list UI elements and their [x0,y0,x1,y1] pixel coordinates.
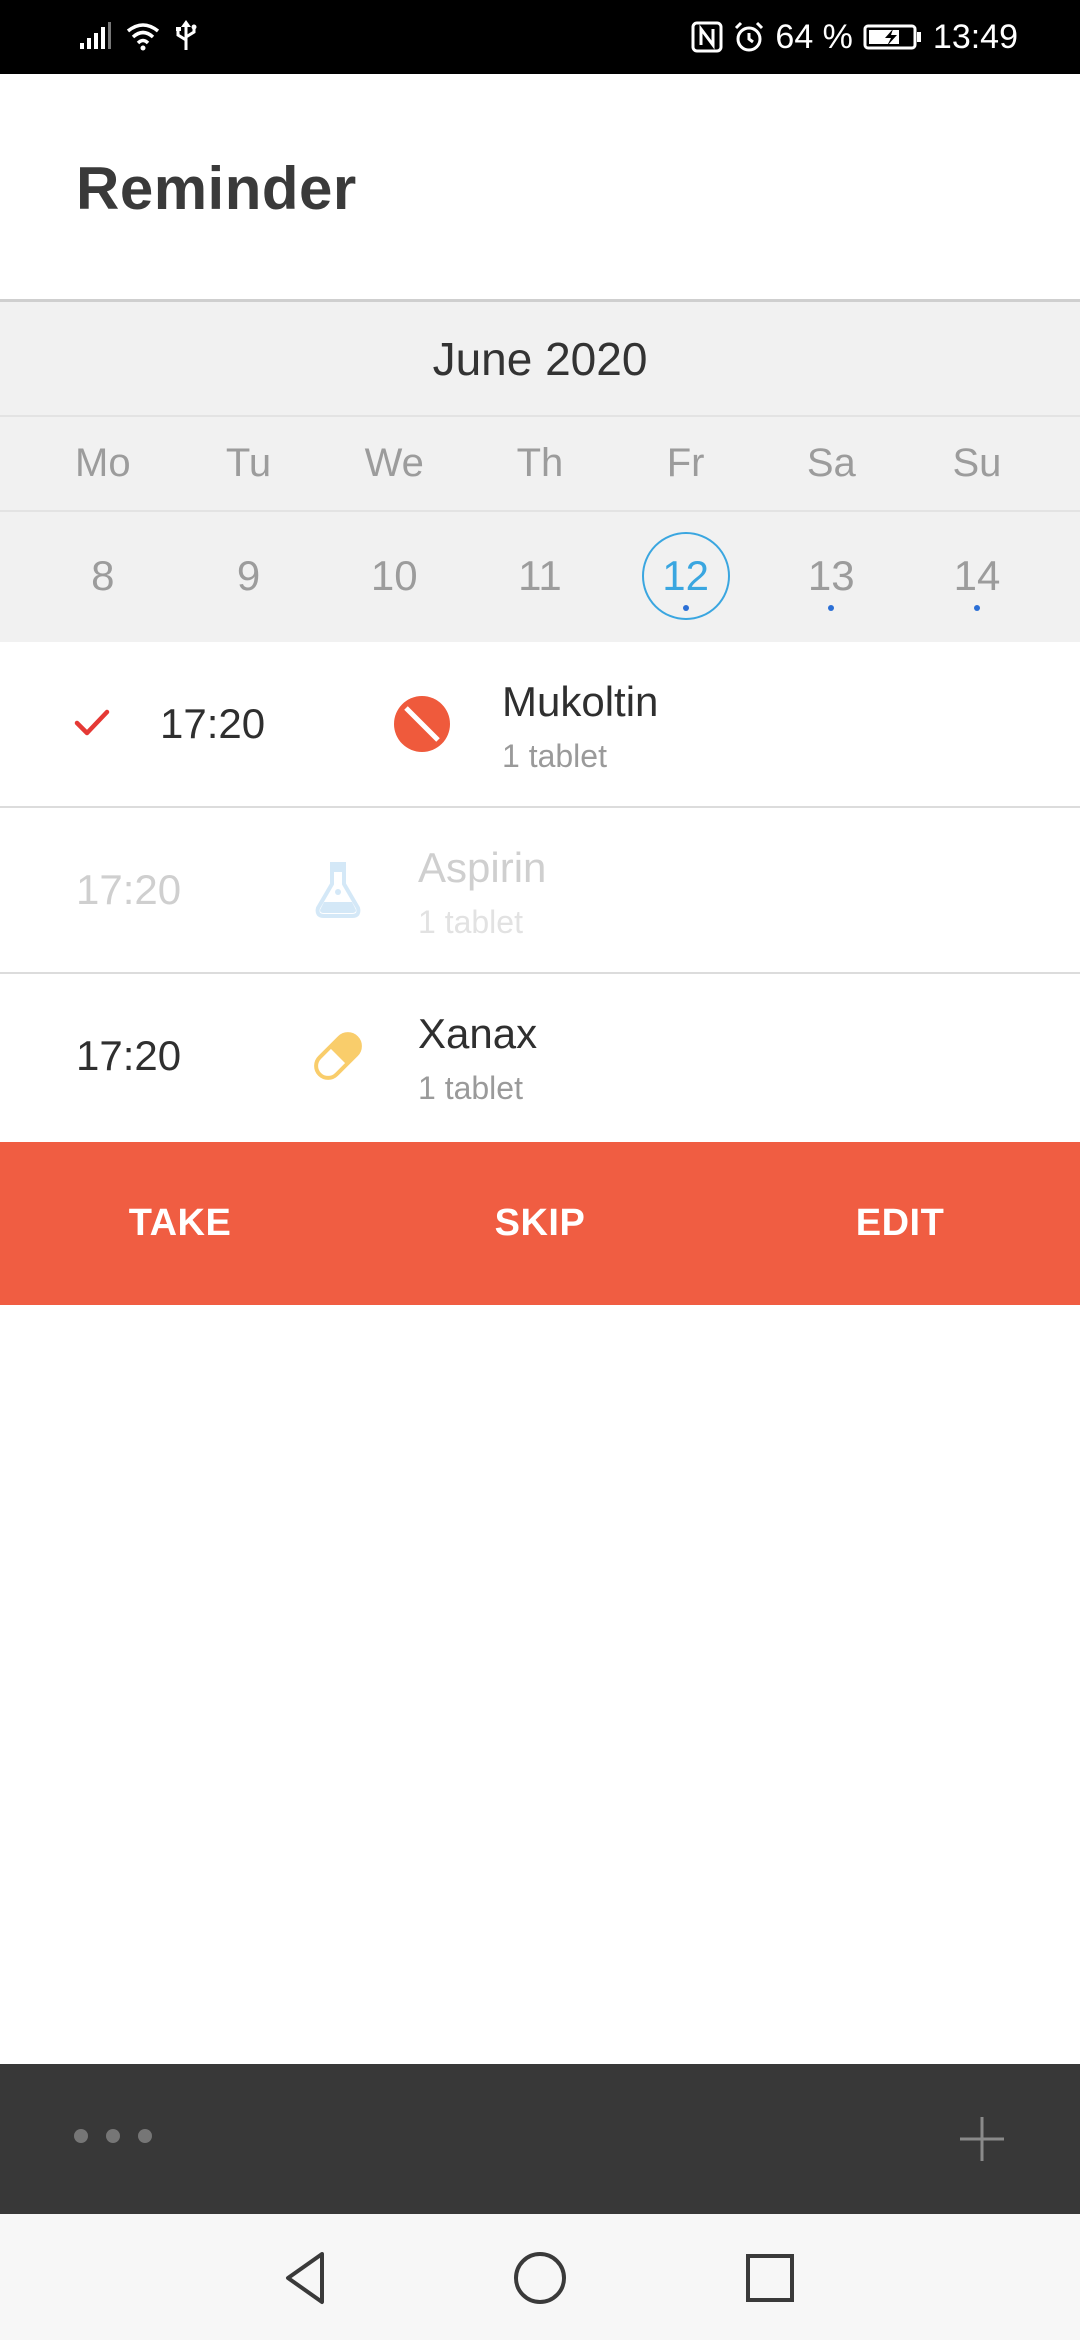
date-cell[interactable]: 13 [758,512,904,640]
wifi-icon [126,21,160,56]
weekday-label: Fr [666,441,705,485]
date-cell[interactable]: 10 [321,512,467,640]
battery-percent: 64 % [775,17,853,56]
reminder-time: 17:20 [76,1032,182,1079]
alarm-icon [733,21,765,53]
medicine-name: Xanax [418,1010,538,1057]
status-bar: 64 % 13:49 [0,0,1080,74]
medicine-name: Mukoltin [502,678,659,725]
date-number: 9 [236,552,261,599]
date-cell[interactable]: 8 [30,512,176,640]
reminder-dot [682,605,689,611]
month-label[interactable]: June 2020 [0,302,1080,417]
date-cell[interactable]: 14 [904,512,1050,640]
checkmark-icon [74,708,110,738]
page-title: Reminder [76,155,357,222]
skip-button[interactable]: SKIP [360,1142,720,1305]
edit-button[interactable]: EDIT [720,1142,1080,1305]
take-button[interactable]: TAKE [0,1142,360,1305]
plus-icon[interactable] [958,2115,1006,2163]
nfc-icon [691,21,723,53]
battery-icon [863,23,923,51]
signal-icon [78,21,112,56]
more-dots-icon[interactable] [74,2129,152,2143]
date-number: 11 [518,552,562,599]
reminder-list: 17:20 Mukoltin 1 tablet 17:20 Aspirin 1 … [0,642,1080,1140]
medicine-name: Aspirin [418,844,547,891]
date-number: 10 [370,552,418,599]
reminder-row-selected[interactable]: 17:20 Xanax 1 tablet [0,974,1080,1140]
medicine-dose: 1 tablet [418,1070,523,1106]
reminder-row[interactable]: 17:20 Aspirin 1 tablet [0,808,1080,974]
back-icon[interactable] [276,2246,340,2310]
date-number: 12 [662,552,709,599]
bottom-toolbar [0,2064,1080,2214]
pill-round-icon [392,694,452,754]
reminder-action-bar: TAKE SKIP EDIT [0,1142,1080,1305]
medicine-dose: 1 tablet [502,738,607,774]
weekday-label: Tu [225,441,272,485]
home-icon[interactable] [508,2246,572,2310]
date-number: 8 [91,552,115,599]
medicine-dose: 1 tablet [418,904,523,940]
recents-icon[interactable] [738,2246,802,2310]
app-header: Reminder [0,74,1080,302]
date-cell[interactable]: 11 [467,512,613,640]
dates-row: 8 9 10 11 12 13 14 [0,512,1080,640]
week-calendar: June 2020 Mo Tu We Th Fr Sa Su 8 9 10 11… [0,302,1080,642]
reminder-row[interactable]: 17:20 Mukoltin 1 tablet [0,642,1080,808]
weekday-label: Sa [806,441,856,485]
reminder-time: 17:20 [160,700,266,747]
date-cell-selected[interactable]: 12 [613,512,759,640]
weekday-label: We [364,441,424,485]
date-number: 13 [807,552,855,599]
reminder-time: 17:20 [76,866,182,913]
reminder-dot [828,605,835,611]
flask-icon [308,860,368,920]
date-number: 14 [953,552,1001,599]
weekday-header: Mo Tu We Th Fr Sa Su [0,417,1080,512]
status-time: 13:49 [932,17,1018,56]
reminder-dot [973,605,980,611]
capsule-icon [308,1026,368,1086]
date-cell[interactable]: 9 [176,512,322,640]
system-navigation-bar [0,2214,1080,2340]
usb-icon [174,19,198,57]
weekday-label: Mo [75,441,131,485]
weekday-label: Th [516,441,564,485]
weekday-label: Su [952,441,1002,485]
